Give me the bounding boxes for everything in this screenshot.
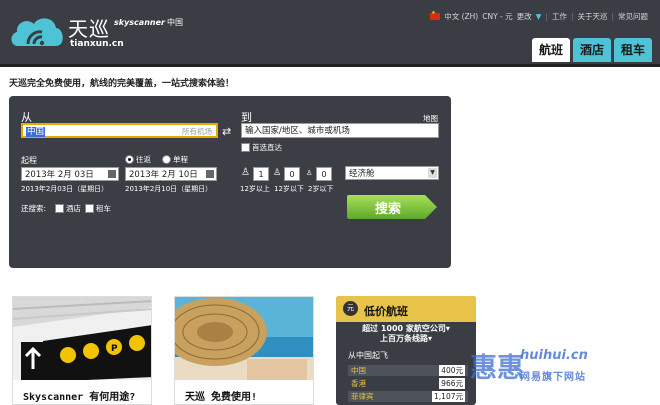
adult-icon: ♙ xyxy=(241,167,250,178)
infant-icon: ♙ xyxy=(306,169,313,177)
deal-destination[interactable]: 菲律宾 xyxy=(351,391,374,402)
hotel-label: 酒店 xyxy=(66,204,81,213)
from-input[interactable]: 中国 所有机场 xyxy=(21,123,218,138)
depart-label: 起程 xyxy=(21,156,37,165)
beach-hat-image[interactable] xyxy=(175,297,314,382)
skyscanner-cn: 中国 xyxy=(166,18,183,27)
also-search-label: 还搜索: xyxy=(21,204,47,213)
swap-icon[interactable]: ⇄ xyxy=(222,125,231,138)
deal-destination[interactable]: 香港 xyxy=(351,378,366,389)
site-header: 天巡 skyscanner中国 tianxun.cn 中文 (ZH) CNY -… xyxy=(0,0,660,67)
calendar-icon[interactable] xyxy=(108,170,116,178)
skyscanner-brand: skyscanner 中国 xyxy=(114,17,183,28)
from-value: 中国 xyxy=(26,127,46,137)
routes-count[interactable]: 上百万条线路▾ xyxy=(336,334,476,344)
checkbox-icon[interactable] xyxy=(85,204,94,213)
infants-age-label: 2岁以下 xyxy=(308,185,334,193)
deal-row[interactable]: 中国 400元 xyxy=(348,365,468,376)
depart-date-value: 2013年 2月 03日 xyxy=(25,170,94,180)
cheap-flights-header: 元 低价航班 xyxy=(336,296,476,322)
roundtrip-radio[interactable]: 往返 xyxy=(125,154,151,165)
brand-url: tianxun.cn xyxy=(70,39,124,49)
oneway-radio[interactable]: 单程 xyxy=(162,154,188,165)
radio-selected-icon[interactable] xyxy=(125,155,134,164)
divider: | xyxy=(611,12,614,21)
car-label: 租车 xyxy=(96,204,111,213)
deal-destination[interactable]: 中国 xyxy=(351,365,366,376)
hotel-checkbox[interactable]: 酒店 xyxy=(55,203,81,214)
deal-price[interactable]: 966元 xyxy=(439,378,465,389)
infants-select[interactable]: 0 xyxy=(316,167,332,181)
tab-flights[interactable]: 航班 xyxy=(531,38,570,62)
cheap-flights-box: 元 低价航班 超过 1000 家航空公司▾ 上百万条线路▾ 从中国起飞 中国 4… xyxy=(336,296,476,405)
tab-hotels[interactable]: 酒店 xyxy=(572,38,611,62)
child-icon: ♙ xyxy=(273,168,282,178)
checkbox-icon[interactable] xyxy=(241,143,250,152)
to-input[interactable]: 输入国家/地区、城市或机场 xyxy=(241,123,439,138)
oneway-label: 单程 xyxy=(173,155,188,164)
huihui-watermark: 惠惠 huihui.cn 网易旗下网站 xyxy=(470,346,588,385)
tab-car-rental[interactable]: 租车 xyxy=(613,38,652,62)
divider: | xyxy=(570,12,574,21)
svg-text:P: P xyxy=(111,344,118,354)
depart-date-input[interactable]: 2013年 2月 03日 xyxy=(21,167,119,181)
depart-date-sub: 2013年2月03日（星期日） xyxy=(21,185,109,193)
roundtrip-label: 往返 xyxy=(136,155,151,164)
about-link[interactable]: 关于天巡 xyxy=(577,11,607,22)
promo-card-free[interactable]: 天巡 免费使用! xyxy=(174,296,314,405)
cheap-flights-subtitle: 超过 1000 家航空公司▾ 上百万条线路▾ xyxy=(336,324,476,344)
cabin-select[interactable]: 经济舱 ▼ xyxy=(345,166,439,180)
chevron-down-icon[interactable]: ▼ xyxy=(536,12,542,21)
divider: | xyxy=(545,12,548,21)
cabin-value: 经济舱 xyxy=(349,169,375,179)
search-button-label[interactable]: 搜索 xyxy=(375,198,401,217)
promo-card-caption[interactable]: Skyscanner 有何用途? xyxy=(13,380,151,404)
language-label: 中文 (ZH) xyxy=(444,12,479,21)
return-date-sub: 2013年2月10日（星期日） xyxy=(125,185,213,193)
faq-link[interactable]: 常见问题 xyxy=(618,11,648,22)
promo-card-caption[interactable]: 天巡 免费使用! xyxy=(175,380,313,404)
airport-sign-image[interactable]: P xyxy=(13,297,152,382)
flight-search-panel: 从 中国 所有机场 ⇄ 到 地图 输入国家/地区、城市或机场 首选直达 起程 往… xyxy=(9,96,451,268)
radio-icon[interactable] xyxy=(162,155,171,164)
children-select[interactable]: 0 xyxy=(284,167,300,181)
from-hint: 所有机场 xyxy=(182,127,212,136)
watermark-subtitle: 网易旗下网站 xyxy=(520,372,586,383)
car-checkbox[interactable]: 租车 xyxy=(85,203,111,214)
adults-age-label: 12岁以上 xyxy=(240,185,270,193)
change-link[interactable]: 更改 xyxy=(517,11,532,22)
cheap-flights-title: 低价航班 xyxy=(364,305,408,318)
deal-row[interactable]: 菲律宾 1,107元 xyxy=(348,391,468,402)
return-date-input[interactable]: 2013年 2月 10日 xyxy=(125,167,217,181)
checkbox-icon[interactable] xyxy=(55,204,64,213)
adults-select[interactable]: 1 xyxy=(253,167,269,181)
china-flag-icon xyxy=(430,10,441,20)
children-age-label: 12岁以下 xyxy=(274,185,304,193)
skyscanner-text: skyscanner xyxy=(114,18,165,27)
watermark-url: huihui.cn xyxy=(520,348,588,363)
yuan-icon: 元 xyxy=(343,301,358,316)
currency-label: CNY - 元 xyxy=(482,12,513,21)
direct-checkbox[interactable]: 首选直达 xyxy=(241,142,282,153)
watermark-logo: 惠惠 xyxy=(470,353,524,384)
promo-card-skyscanner[interactable]: P Skyscanner 有何用途? xyxy=(12,296,152,405)
cloud-logo-icon[interactable] xyxy=(8,14,66,48)
to-placeholder: 输入国家/地区、城市或机场 xyxy=(245,126,350,136)
return-date-value: 2013年 2月 10日 xyxy=(129,170,198,180)
jobs-link[interactable]: 工作 xyxy=(552,11,567,22)
airlines-count[interactable]: 超过 1000 家航空公司▾ xyxy=(336,324,476,334)
brand-name[interactable]: 天巡 xyxy=(68,13,110,42)
deal-price[interactable]: 1,107元 xyxy=(432,391,465,402)
product-tabs: 航班 酒店 租车 xyxy=(531,38,652,62)
calendar-icon[interactable] xyxy=(206,170,214,178)
departure-region: 从中国起飞 xyxy=(348,351,388,360)
deal-price[interactable]: 400元 xyxy=(439,365,465,376)
search-button[interactable]: 搜索 xyxy=(347,195,437,219)
direct-label: 首选直达 xyxy=(252,143,282,152)
tagline: 天巡完全免费使用，航线的完美覆盖，一站式搜索体验！ xyxy=(9,79,235,89)
deal-row[interactable]: 香港 966元 xyxy=(348,378,468,389)
top-links: 中文 (ZH) CNY - 元 更改 ▼ | 工作 | 关于天巡 | 常见问题 xyxy=(430,10,648,22)
chevron-down-icon[interactable]: ▼ xyxy=(428,168,437,178)
